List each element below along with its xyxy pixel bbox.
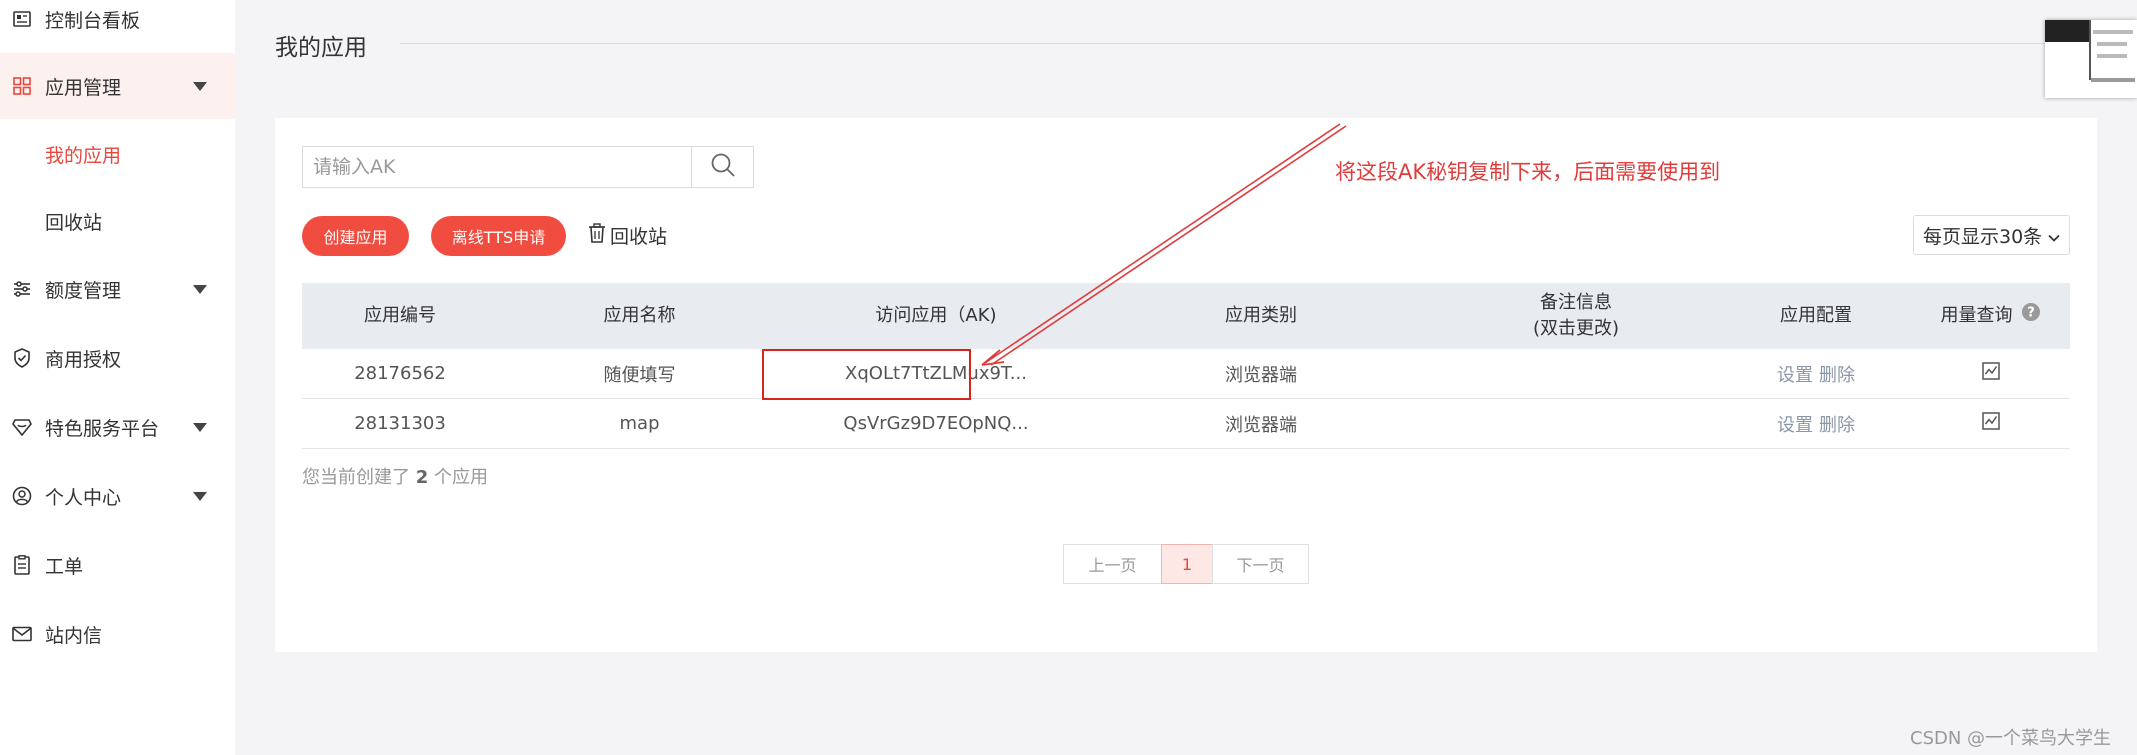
next-page-button[interactable]: 下一页 [1212,544,1309,584]
summary-suffix: 个应用 [434,467,488,488]
app-count-summary: 您当前创建了 2 个应用 [302,463,488,489]
preview-thumbnail-icon [2045,20,2137,98]
summary-prefix: 您当前创建了 [302,467,410,488]
annotation-arrow [981,123,1347,366]
page-number-button[interactable]: 1 [1161,544,1213,584]
summary-count: 2 [415,467,429,488]
floating-preview-widget[interactable] [2045,20,2137,98]
watermark: CSDN @一个菜鸟大学生 [1910,728,2112,749]
prev-page-button[interactable]: 上一页 [1063,544,1162,584]
